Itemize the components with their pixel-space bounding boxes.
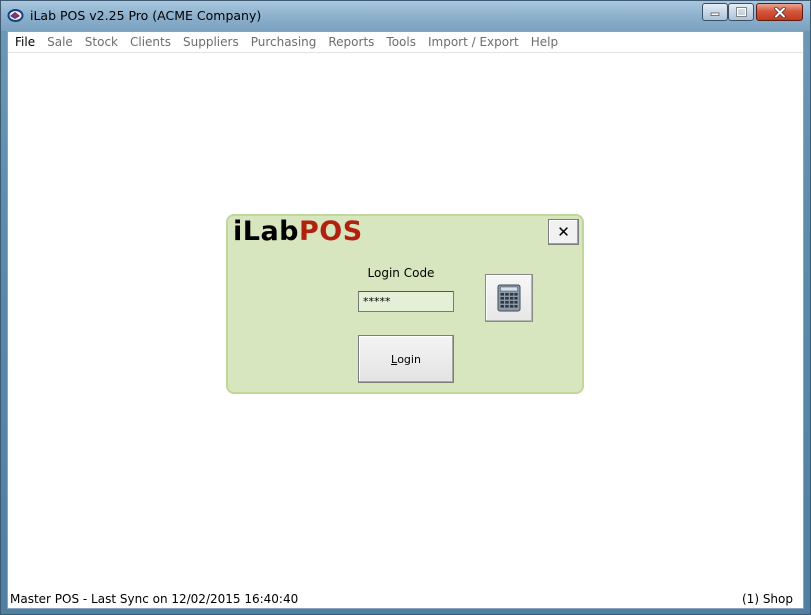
app-window: iLab POS v2.25 Pro (ACME Company) File S… xyxy=(0,0,811,615)
minimize-icon xyxy=(710,12,720,16)
maximize-icon xyxy=(735,7,747,17)
window-close-button[interactable] xyxy=(756,3,803,21)
menu-sale[interactable]: Sale xyxy=(41,32,79,52)
window-title: iLab POS v2.25 Pro (ACME Company) xyxy=(30,8,262,23)
menu-reports[interactable]: Reports xyxy=(322,32,380,52)
close-icon xyxy=(773,6,786,18)
ilabpos-logo: iLabPOS xyxy=(233,216,363,247)
login-dialog: iLabPOS ✕ Login Code ***** L ogin xyxy=(226,214,584,394)
close-x-icon: ✕ xyxy=(557,223,570,241)
menu-clients[interactable]: Clients xyxy=(124,32,177,52)
shop-status-text: (1) Shop xyxy=(742,592,793,606)
menu-purchasing[interactable]: Purchasing xyxy=(245,32,323,52)
menu-import-export[interactable]: Import / Export xyxy=(422,32,525,52)
status-bar: Master POS - Last Sync on 12/02/2015 16:… xyxy=(8,590,803,608)
minimize-button[interactable] xyxy=(702,3,728,21)
login-button-label: ogin xyxy=(397,352,421,366)
maximize-button[interactable] xyxy=(728,3,754,21)
keypad-icon xyxy=(497,284,521,312)
menu-suppliers[interactable]: Suppliers xyxy=(177,32,245,52)
login-button[interactable]: Login xyxy=(358,335,454,383)
login-code-label: Login Code xyxy=(367,266,435,280)
login-code-input[interactable] xyxy=(358,291,454,312)
title-bar[interactable]: iLab POS v2.25 Pro (ACME Company) xyxy=(1,1,810,31)
client-area: File Sale Stock Clients Suppliers Purcha… xyxy=(7,31,804,609)
dialog-close-button[interactable]: ✕ xyxy=(548,219,579,245)
keypad-button[interactable] xyxy=(485,274,533,322)
logo-part-ilab: iLab xyxy=(233,216,300,247)
app-logo-icon[interactable] xyxy=(7,8,24,23)
logo-part-pos: POS xyxy=(299,216,363,247)
sync-status-text: Master POS - Last Sync on 12/02/2015 16:… xyxy=(10,592,299,606)
menu-stock[interactable]: Stock xyxy=(79,32,124,52)
menu-tools[interactable]: Tools xyxy=(380,32,422,52)
menu-help[interactable]: Help xyxy=(525,32,564,52)
menu-bar: File Sale Stock Clients Suppliers Purcha… xyxy=(8,32,803,53)
menu-file[interactable]: File xyxy=(8,32,41,52)
